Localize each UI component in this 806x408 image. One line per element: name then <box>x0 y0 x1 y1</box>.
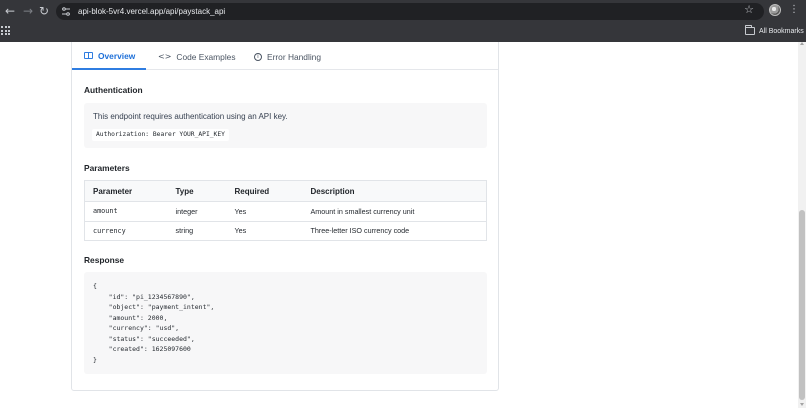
param-required: Yes <box>234 226 247 236</box>
menu-icon[interactable]: ⋮ <box>788 3 800 17</box>
api-doc-card: Overview <> Code Examples i Error Handli… <box>71 42 499 391</box>
authentication-heading: Authentication <box>84 85 143 95</box>
param-name: amount <box>84 201 168 222</box>
scrollbar[interactable] <box>798 42 806 408</box>
site-info-icon[interactable] <box>61 6 71 17</box>
bookmarks-label: All Bookmarks <box>759 27 804 35</box>
parameters-table: Parameter Type Required Description amou… <box>84 180 487 241</box>
browser-chrome: ← → ↻ api-blok-5vr4.vercel.app/api/payst… <box>0 0 806 42</box>
code-icon: <> <box>158 51 172 61</box>
authorization-header-example: Authorization: Bearer YOUR_API_KEY <box>92 129 229 141</box>
response-box: { "id": "pi_1234567890", "object": "paym… <box>84 272 487 374</box>
scroll-up-icon[interactable] <box>800 42 804 45</box>
param-type: string <box>175 226 194 236</box>
back-icon[interactable]: ← <box>2 3 18 19</box>
param-description: Amount in smallest currency unit <box>302 201 487 222</box>
column-header: Required <box>226 180 303 202</box>
parameters-heading: Parameters <box>84 163 130 173</box>
tab-overview[interactable]: Overview <box>72 43 146 70</box>
response-heading: Response <box>84 255 125 265</box>
param-type: integer <box>167 201 227 222</box>
url-text[interactable]: api-blok-5vr4.vercel.app/api/paystack_ap… <box>78 5 225 18</box>
tab-error-handling[interactable]: i Error Handling <box>254 43 321 70</box>
page-viewport: Overview <> Code Examples i Error Handli… <box>0 42 798 408</box>
tab-bar: Overview <> Code Examples i Error Handli… <box>72 43 498 70</box>
table-row: amount integer Yes Amount in smallest cu… <box>84 201 487 222</box>
folder-icon <box>745 25 755 35</box>
reload-icon[interactable]: ↻ <box>36 3 52 19</box>
tab-label: Error Handling <box>267 51 321 62</box>
param-description: Three-letter ISO currency code <box>310 226 410 236</box>
star-icon[interactable]: ☆ <box>742 3 756 17</box>
column-header: Type <box>167 180 227 202</box>
column-header: Description <box>302 180 487 202</box>
book-icon <box>84 52 93 59</box>
all-bookmarks-button[interactable]: All Bookmarks <box>745 25 804 37</box>
response-json: { "id": "pi_1234567890", "object": "paym… <box>93 282 215 364</box>
table-header-row: Parameter Type Required Description <box>84 180 487 202</box>
profile-avatar[interactable] <box>769 4 781 16</box>
tab-label: Code Examples <box>176 51 236 62</box>
scrollbar-thumb[interactable] <box>799 210 805 400</box>
tab-label: Overview <box>98 50 136 61</box>
column-header: Parameter <box>84 180 168 202</box>
address-bar[interactable]: api-blok-5vr4.vercel.app/api/paystack_ap… <box>56 3 764 20</box>
scroll-down-icon[interactable] <box>800 403 804 406</box>
forward-icon[interactable]: → <box>20 3 36 19</box>
info-icon: i <box>254 52 262 61</box>
table-row: currency string Yes Three-letter ISO cur… <box>85 221 487 241</box>
param-name: currency <box>93 226 126 235</box>
param-required: Yes <box>226 201 303 222</box>
tab-code-examples[interactable]: <> Code Examples <box>158 43 236 70</box>
authentication-box: This endpoint requires authentication us… <box>84 103 487 148</box>
authentication-description: This endpoint requires authentication us… <box>93 112 288 121</box>
apps-icon[interactable] <box>1 26 10 35</box>
